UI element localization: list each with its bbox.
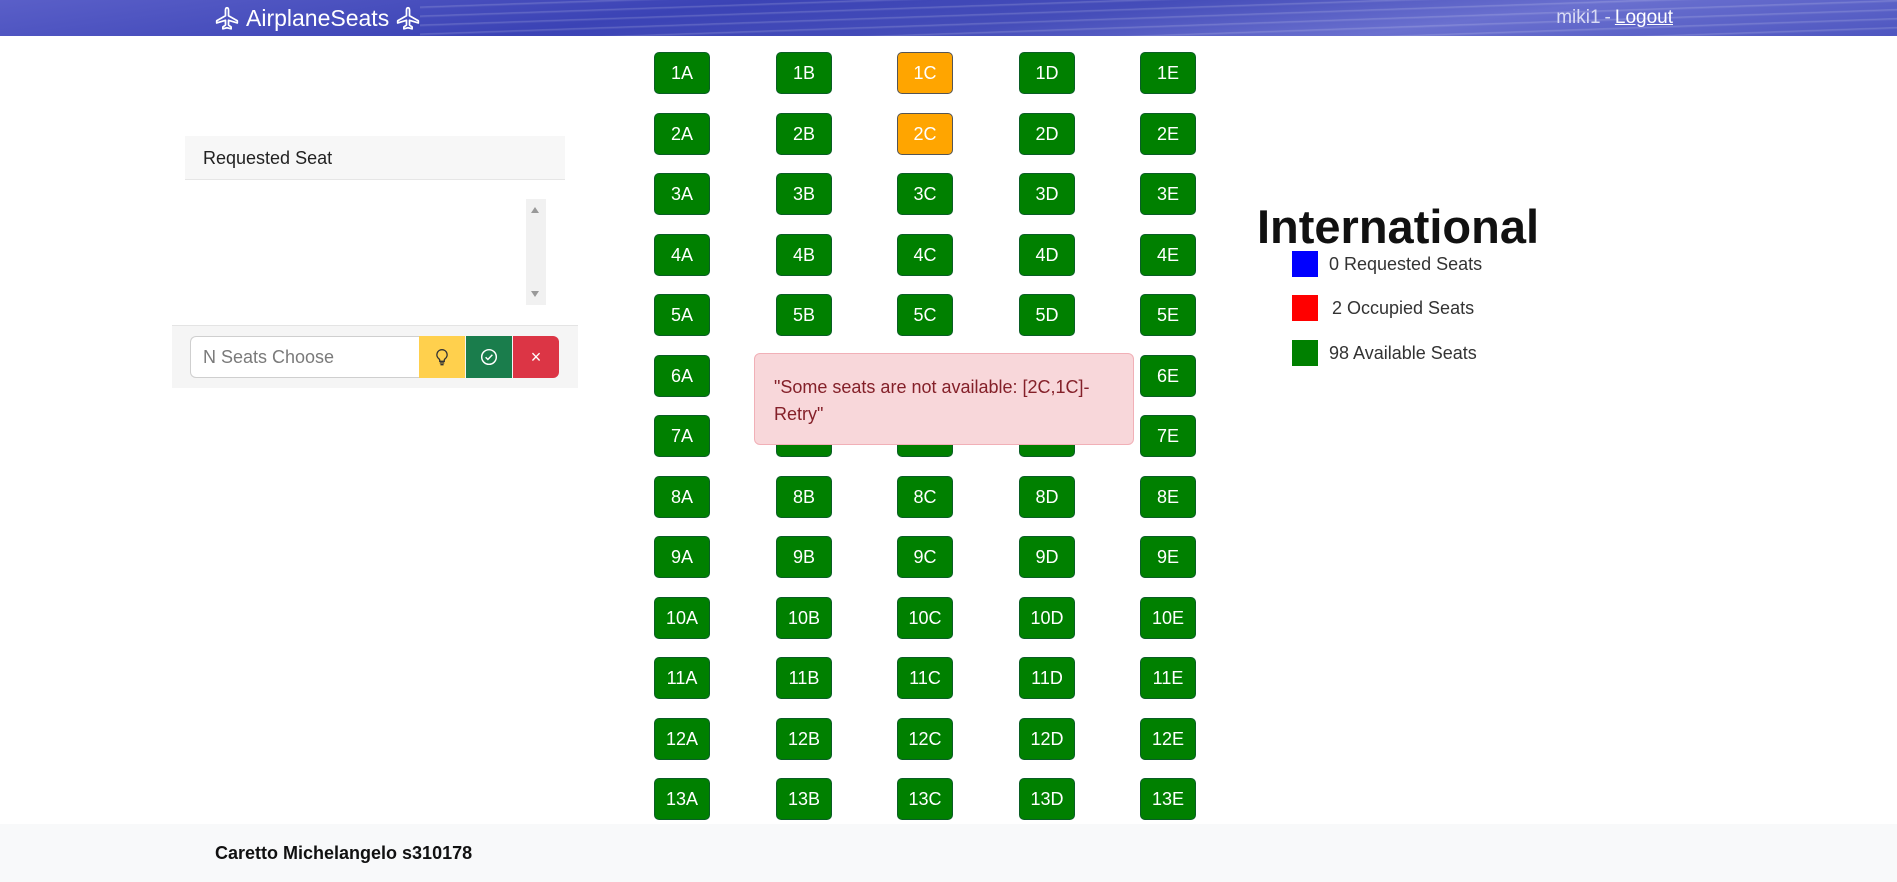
- seat-12e[interactable]: 12E: [1140, 718, 1196, 760]
- occupied-swatch: [1292, 295, 1318, 321]
- brand-title: AirplaneSeats: [246, 4, 390, 31]
- seat-9a[interactable]: 9A: [654, 536, 710, 578]
- seat-7a[interactable]: 7A: [654, 415, 710, 457]
- navbar: AirplaneSeats miki1 - Logout: [0, 0, 1897, 36]
- requested-seat-scrollbar[interactable]: [526, 199, 546, 305]
- seat-11b[interactable]: 11B: [776, 657, 832, 699]
- seat-5c[interactable]: 5C: [897, 294, 953, 336]
- seat-4a[interactable]: 4A: [654, 234, 710, 276]
- seat-13d[interactable]: 13D: [1019, 778, 1075, 820]
- check-circle-icon: [480, 348, 498, 366]
- seat-12b[interactable]: 12B: [776, 718, 832, 760]
- available-count: 98 Available Seats: [1329, 342, 1477, 363]
- legend-requested: 0 Requested Seats: [1292, 251, 1482, 277]
- seat-11e[interactable]: 11E: [1140, 657, 1196, 699]
- seat-3b[interactable]: 3B: [776, 173, 832, 215]
- seat-1d[interactable]: 1D: [1019, 52, 1075, 94]
- seat-11a[interactable]: 11A: [654, 657, 710, 699]
- seat-13e[interactable]: 13E: [1140, 778, 1196, 820]
- seat-4e[interactable]: 4E: [1140, 234, 1196, 276]
- user-separator: -: [1604, 7, 1611, 28]
- airplane-icon: [215, 6, 239, 30]
- seat-8c[interactable]: 8C: [897, 476, 953, 518]
- legend-available: 98 Available Seats: [1292, 340, 1477, 366]
- n-seats-input[interactable]: [190, 336, 422, 378]
- seat-12c[interactable]: 12C: [897, 718, 953, 760]
- seat-13b[interactable]: 13B: [776, 778, 832, 820]
- username: miki1: [1556, 7, 1601, 28]
- seat-2b[interactable]: 2B: [776, 113, 832, 155]
- seat-8e[interactable]: 8E: [1140, 476, 1196, 518]
- seat-5e[interactable]: 5E: [1140, 294, 1196, 336]
- seat-8b[interactable]: 8B: [776, 476, 832, 518]
- airplane-icon: [397, 6, 420, 30]
- seat-13a[interactable]: 13A: [654, 778, 710, 820]
- seat-8a[interactable]: 8A: [654, 476, 710, 518]
- seat-13c[interactable]: 13C: [897, 778, 953, 820]
- seat-2d[interactable]: 2D: [1019, 113, 1075, 155]
- seat-2e[interactable]: 2E: [1140, 113, 1196, 155]
- seat-10e[interactable]: 10E: [1140, 597, 1196, 639]
- plane-type-title: International: [1257, 200, 1540, 253]
- seat-3d[interactable]: 3D: [1019, 173, 1075, 215]
- seat-11c[interactable]: 11C: [897, 657, 953, 699]
- footer-author: Caretto Michelangelo s310178: [215, 843, 473, 863]
- seat-1a[interactable]: 1A: [654, 52, 710, 94]
- seat-10c[interactable]: 10C: [897, 597, 953, 639]
- seat-3e[interactable]: 3E: [1140, 173, 1196, 215]
- requested-swatch: [1292, 251, 1318, 277]
- seat-7e[interactable]: 7E: [1140, 415, 1196, 457]
- suggest-seats-button[interactable]: [419, 336, 465, 378]
- seat-10a[interactable]: 10A: [654, 597, 710, 639]
- confirm-button[interactable]: [466, 336, 512, 378]
- logout-link[interactable]: Logout: [1615, 7, 1673, 29]
- seat-6e[interactable]: 6E: [1140, 355, 1196, 397]
- requested-seat-header: Requested Seat: [185, 136, 565, 180]
- seat-4d[interactable]: 4D: [1019, 234, 1075, 276]
- legend-occupied: 2 Occupied Seats: [1292, 295, 1474, 321]
- seat-3a[interactable]: 3A: [654, 173, 710, 215]
- seat-9d[interactable]: 9D: [1019, 536, 1075, 578]
- seat-11d[interactable]: 11D: [1019, 657, 1075, 699]
- brand[interactable]: AirplaneSeats: [214, 2, 421, 34]
- seat-9e[interactable]: 9E: [1140, 536, 1196, 578]
- scroll-down-icon[interactable]: [531, 291, 539, 297]
- seat-12d[interactable]: 12D: [1019, 718, 1075, 760]
- seat-4b[interactable]: 4B: [776, 234, 832, 276]
- seat-request-controls: ×: [172, 325, 578, 388]
- seat-3c[interactable]: 3C: [897, 173, 953, 215]
- cancel-button[interactable]: ×: [513, 336, 559, 378]
- seat-9b[interactable]: 9B: [776, 536, 832, 578]
- available-swatch: [1292, 340, 1318, 366]
- seat-12a[interactable]: 12A: [654, 718, 710, 760]
- seat-1b[interactable]: 1B: [776, 52, 832, 94]
- seat-2c[interactable]: 2C: [897, 113, 953, 155]
- occupied-count: 2 Occupied Seats: [1332, 297, 1475, 318]
- seat-5b[interactable]: 5B: [776, 294, 832, 336]
- seat-4c[interactable]: 4C: [897, 234, 953, 276]
- seat-10d[interactable]: 10D: [1019, 597, 1075, 639]
- seat-1c[interactable]: 1C: [897, 52, 953, 94]
- requested-count: 0 Requested Seats: [1329, 253, 1483, 274]
- scroll-up-icon[interactable]: [531, 207, 539, 213]
- seat-10b[interactable]: 10B: [776, 597, 832, 639]
- seat-6a[interactable]: 6A: [654, 355, 710, 397]
- error-alert: "Some seats are not available: [2C,1C]-R…: [754, 353, 1134, 445]
- user-area: miki1 - Logout: [1556, 4, 1673, 32]
- seat-1e[interactable]: 1E: [1140, 52, 1196, 94]
- seat-5d[interactable]: 5D: [1019, 294, 1075, 336]
- seat-2a[interactable]: 2A: [654, 113, 710, 155]
- footer: Caretto Michelangelo s310178: [0, 824, 1897, 882]
- seat-8d[interactable]: 8D: [1019, 476, 1075, 518]
- seat-9c[interactable]: 9C: [897, 536, 953, 578]
- seat-5a[interactable]: 5A: [654, 294, 710, 336]
- navbar-decoration: [420, 0, 1897, 36]
- lightbulb-icon: [436, 349, 448, 366]
